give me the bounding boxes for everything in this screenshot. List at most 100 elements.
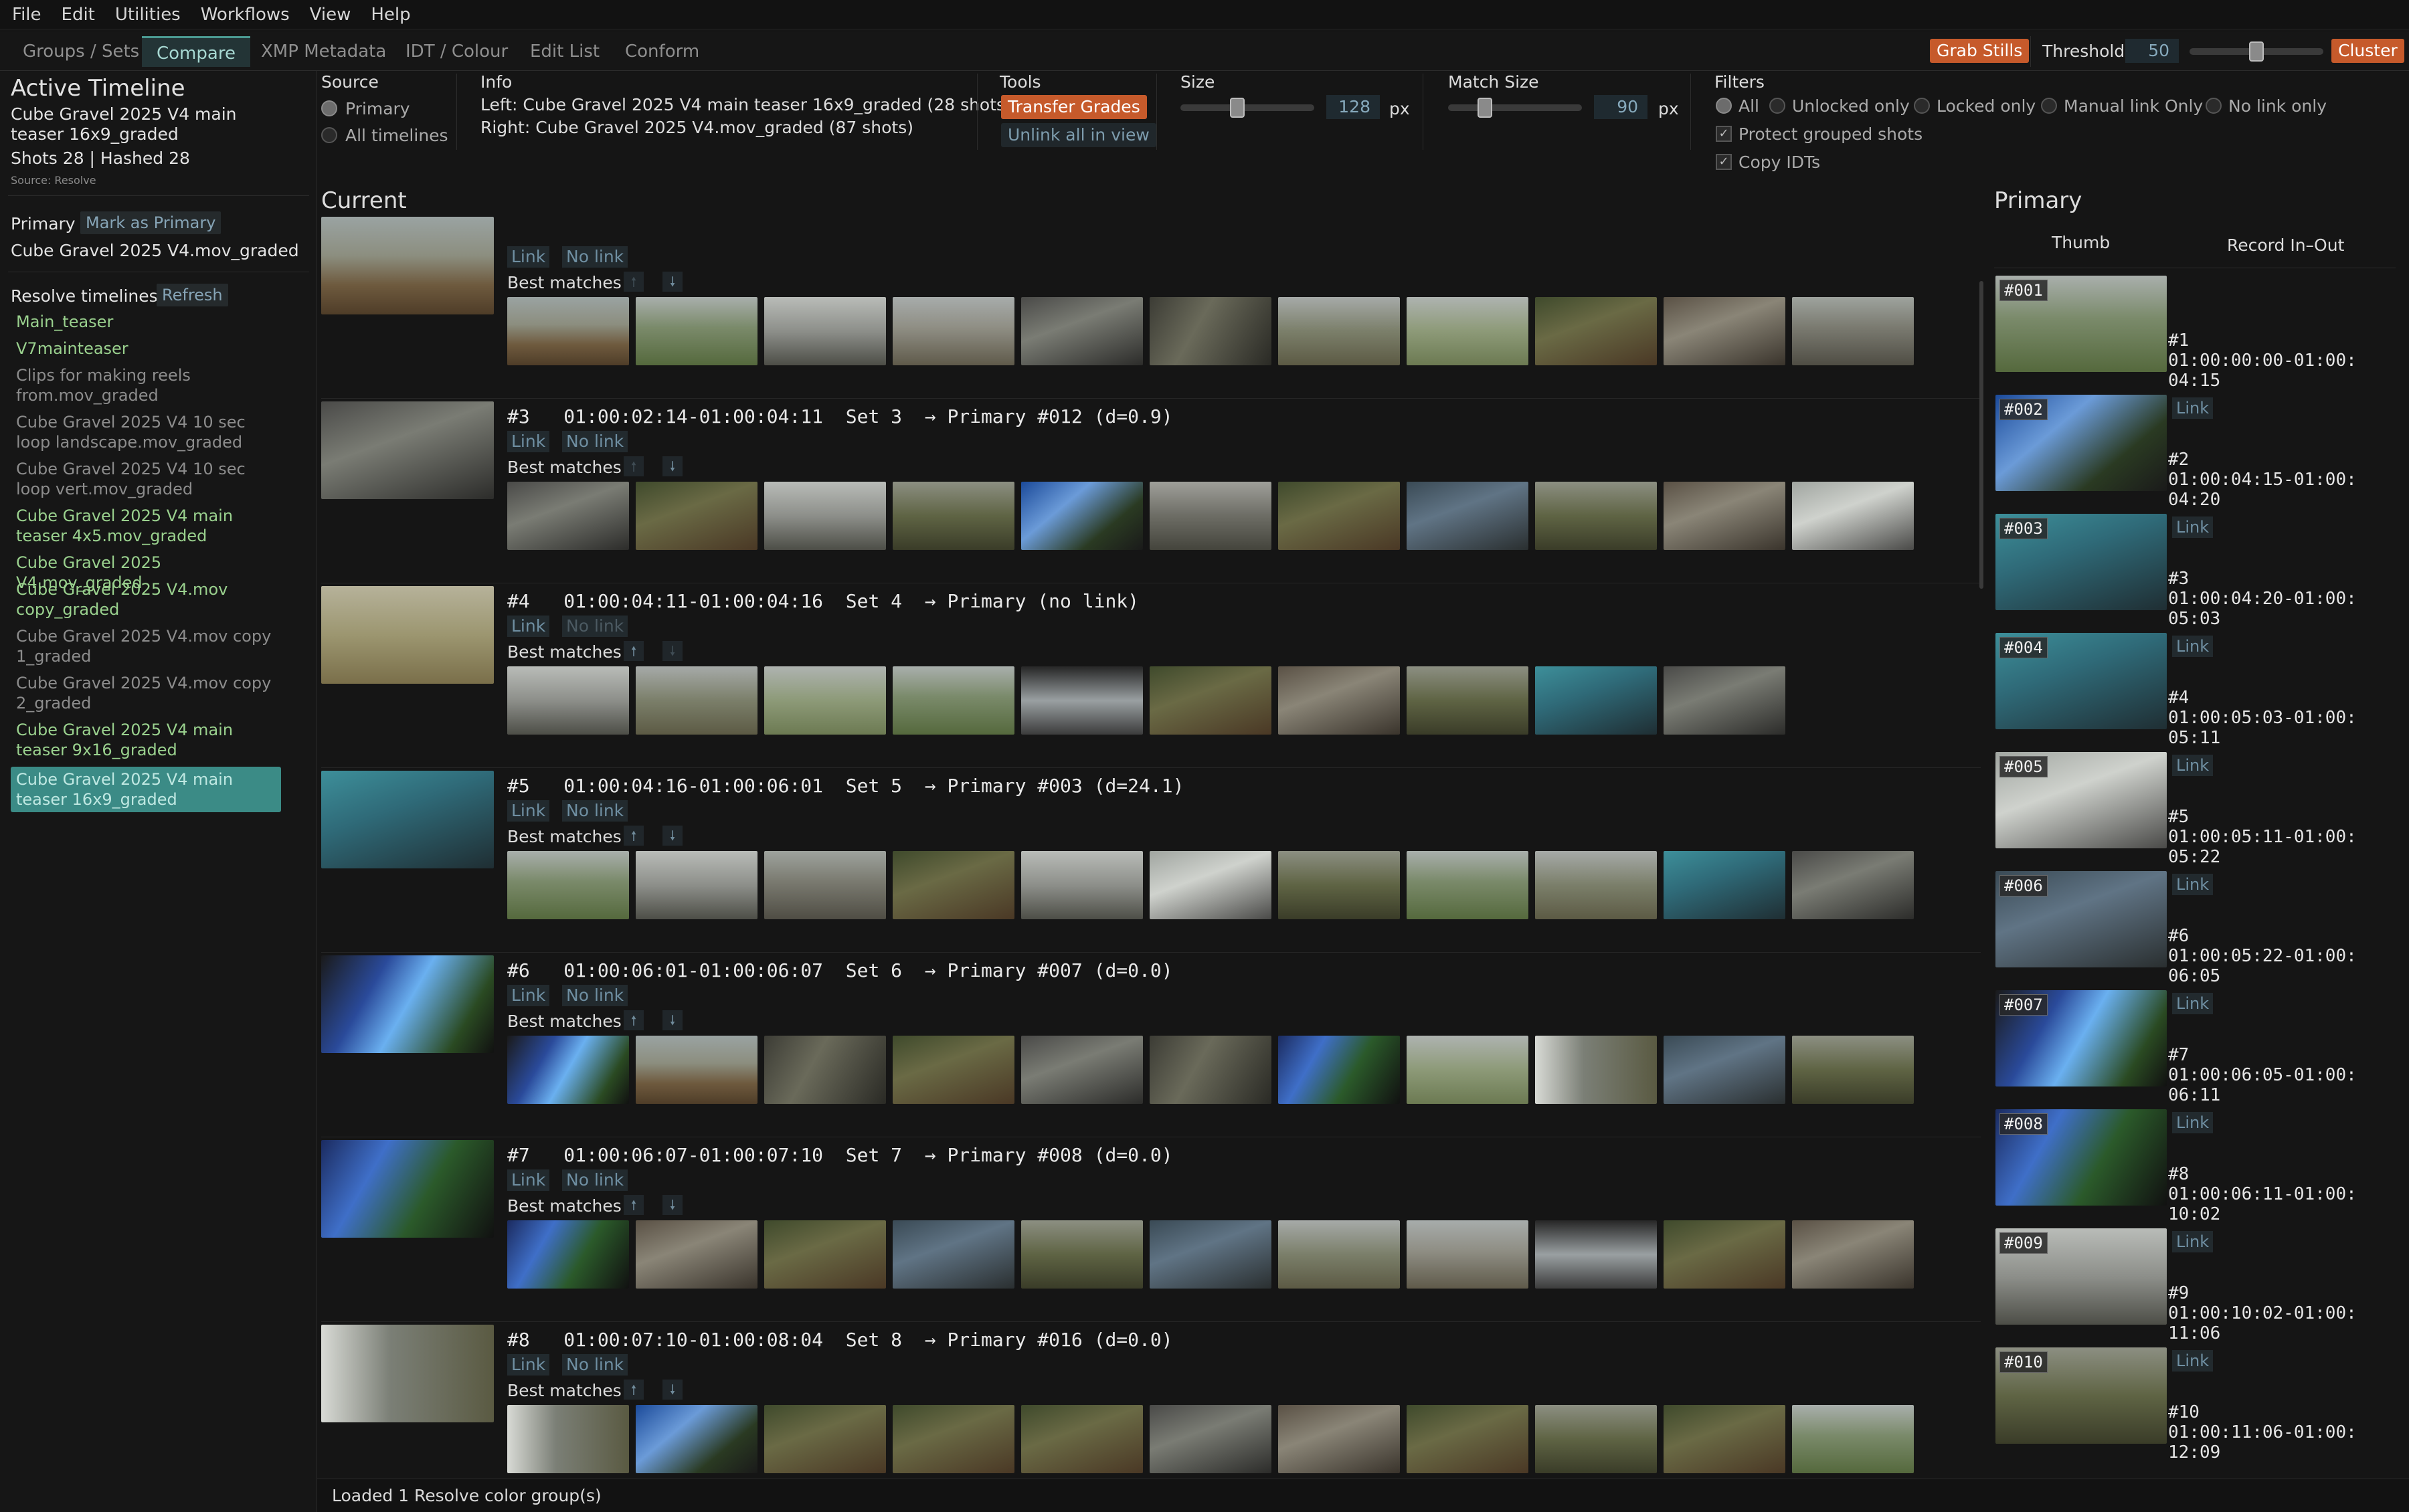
transfer-grades-button[interactable]: Transfer Grades (1001, 95, 1147, 119)
match-thumbnail[interactable] (636, 666, 757, 735)
link-button[interactable]: Link (2172, 636, 2214, 657)
match-thumbnail[interactable] (1278, 1405, 1400, 1473)
column-thumb[interactable]: Thumb (2052, 233, 2110, 252)
menu-view[interactable]: View (310, 5, 351, 25)
match-thumbnail[interactable] (1278, 1220, 1400, 1289)
match-thumbnail[interactable] (1150, 297, 1271, 365)
match-thumbnail[interactable] (764, 297, 886, 365)
refresh-button[interactable]: Refresh (157, 284, 228, 306)
filter-manual-radio[interactable] (2041, 98, 2057, 114)
match-thumbnail[interactable] (507, 851, 629, 919)
current-thumbnail[interactable] (321, 401, 494, 499)
match-thumbnail[interactable] (636, 851, 757, 919)
tab-edit-list[interactable]: Edit List (515, 36, 614, 67)
match-thumbnail[interactable] (1664, 1036, 1785, 1104)
match-thumbnail[interactable] (636, 482, 757, 550)
no-link-button[interactable]: No link (562, 431, 628, 452)
match-thumbnail[interactable] (1407, 1220, 1528, 1289)
filter-locked-radio[interactable] (1914, 98, 1930, 114)
match-thumbnail[interactable] (893, 1220, 1014, 1289)
match-thumbnail[interactable] (1021, 666, 1143, 735)
unlink-all-button[interactable]: Unlink all in view (1001, 123, 1156, 147)
arrow-up-icon[interactable]: 🠕 (624, 1195, 644, 1215)
match-size-slider[interactable] (1448, 104, 1582, 111)
match-thumbnail[interactable] (507, 297, 629, 365)
match-thumbnail[interactable] (893, 1036, 1014, 1104)
menu-file[interactable]: File (12, 5, 41, 25)
tab-idt-colour[interactable]: IDT / Colour (391, 36, 523, 67)
match-thumbnail[interactable] (1535, 1405, 1657, 1473)
copy-idts-checkbox[interactable]: ✓ (1716, 154, 1732, 170)
filter-nolink-radio[interactable] (2206, 98, 2222, 114)
tab-groups-sets[interactable]: Groups / Sets (8, 36, 154, 67)
match-thumbnail[interactable] (1792, 482, 1914, 550)
match-thumbnail[interactable] (893, 1405, 1014, 1473)
tab-compare[interactable]: Compare (142, 36, 250, 67)
link-button[interactable]: Link (507, 246, 550, 268)
filter-unlocked-radio[interactable] (1769, 98, 1785, 114)
match-thumbnail[interactable] (1150, 666, 1271, 735)
timeline-item[interactable]: Cube Gravel 2025 V4 main teaser 9x16_gra… (16, 720, 277, 760)
no-link-button[interactable]: No link (562, 1169, 628, 1191)
match-thumbnail[interactable] (893, 851, 1014, 919)
match-thumbnail[interactable] (1278, 297, 1400, 365)
match-thumbnail[interactable] (1150, 851, 1271, 919)
arrow-down-icon[interactable]: 🠗 (662, 641, 683, 661)
grab-stills-button[interactable]: Grab Stills (1930, 39, 2030, 63)
match-thumbnail[interactable] (764, 1405, 886, 1473)
match-thumbnail[interactable] (1792, 297, 1914, 365)
match-thumbnail[interactable] (893, 297, 1014, 365)
tab-conform[interactable]: Conform (610, 36, 714, 67)
arrow-up-icon[interactable]: 🠕 (624, 641, 644, 661)
match-thumbnail[interactable] (1021, 297, 1143, 365)
match-thumbnail[interactable] (507, 666, 629, 735)
link-button[interactable]: Link (2172, 1350, 2214, 1372)
arrow-down-icon[interactable]: 🠗 (662, 1195, 683, 1215)
match-thumbnail[interactable] (1535, 482, 1657, 550)
arrow-down-icon[interactable]: 🠗 (662, 826, 683, 846)
timeline-item[interactable]: Cube Gravel 2025 V4.mov copy 1_graded (16, 626, 277, 666)
match-thumbnail[interactable] (636, 1220, 757, 1289)
match-thumbnail[interactable] (1664, 1405, 1785, 1473)
match-thumbnail[interactable] (1278, 1036, 1400, 1104)
match-thumbnail[interactable] (636, 297, 757, 365)
match-thumbnail[interactable] (1664, 666, 1785, 735)
arrow-up-icon[interactable]: 🠕 (624, 456, 644, 476)
match-thumbnail[interactable] (1407, 851, 1528, 919)
match-thumbnail[interactable] (1407, 666, 1528, 735)
match-thumbnail[interactable] (1664, 851, 1785, 919)
match-thumbnail[interactable] (1792, 851, 1914, 919)
arrow-down-icon[interactable]: 🠗 (662, 456, 683, 476)
menu-help[interactable]: Help (371, 5, 410, 25)
primary-thumbnail[interactable]: #004 (1995, 633, 2167, 729)
match-thumbnail[interactable] (1021, 482, 1143, 550)
timeline-item[interactable]: Cube Gravel 2025 V4.mov copy 2_graded (16, 673, 277, 713)
match-thumbnail[interactable] (764, 1220, 886, 1289)
match-thumbnail[interactable] (507, 482, 629, 550)
scrollbar-handle[interactable] (1979, 281, 1983, 589)
link-button[interactable]: Link (2172, 993, 2214, 1014)
match-thumbnail[interactable] (1535, 1036, 1657, 1104)
protect-grouped-checkbox[interactable]: ✓ (1716, 126, 1732, 142)
match-thumbnail[interactable] (1150, 1220, 1271, 1289)
link-button[interactable]: Link (507, 616, 550, 637)
no-link-button[interactable]: No link (562, 985, 628, 1006)
link-button[interactable]: Link (507, 1354, 550, 1376)
link-button[interactable]: Link (507, 800, 550, 822)
link-button[interactable]: Link (507, 431, 550, 452)
match-thumbnail[interactable] (636, 1036, 757, 1104)
match-thumbnail[interactable] (1407, 1036, 1528, 1104)
primary-thumbnail[interactable]: #001 (1995, 276, 2167, 372)
match-thumbnail[interactable] (1021, 1036, 1143, 1104)
match-thumbnail[interactable] (1407, 1405, 1528, 1473)
primary-thumbnail[interactable]: #006 (1995, 871, 2167, 967)
primary-thumbnail[interactable]: #009 (1995, 1228, 2167, 1325)
arrow-down-icon[interactable]: 🠗 (662, 1380, 683, 1400)
current-thumbnail[interactable] (321, 586, 494, 684)
match-thumbnail[interactable] (507, 1036, 629, 1104)
tab-xmp-metadata[interactable]: XMP Metadata (246, 36, 401, 67)
match-thumbnail[interactable] (893, 482, 1014, 550)
column-record-in-out[interactable]: Record In–Out (2227, 235, 2344, 255)
link-button[interactable]: Link (507, 1169, 550, 1191)
arrow-up-icon[interactable]: 🠕 (624, 826, 644, 846)
